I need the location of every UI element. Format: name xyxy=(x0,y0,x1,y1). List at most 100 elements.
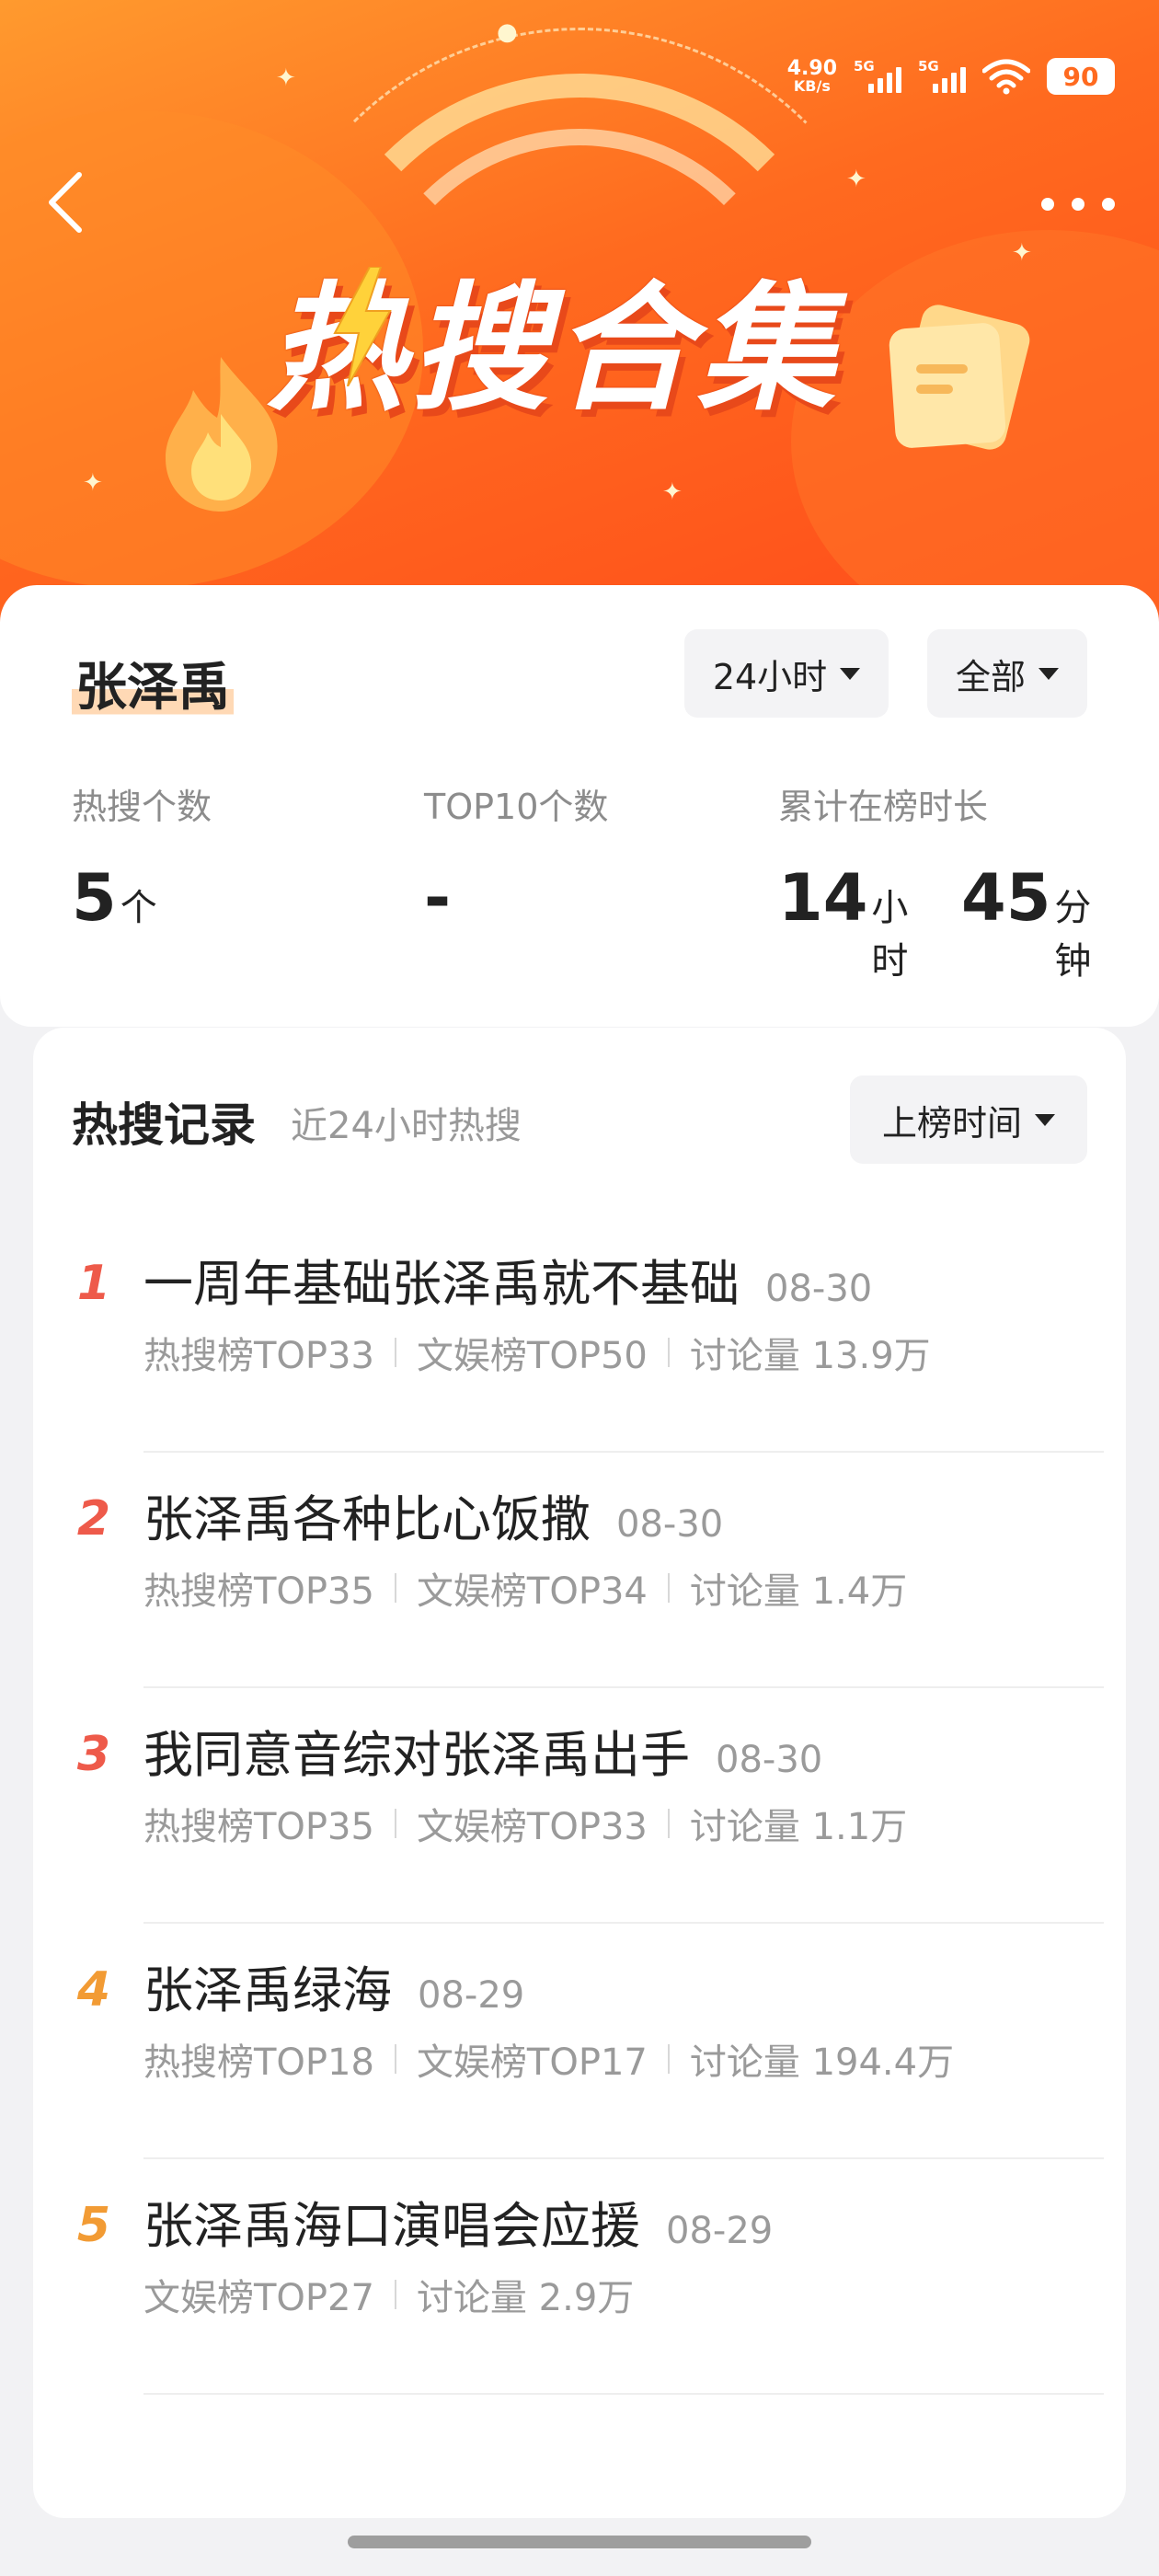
meta-separator xyxy=(667,1573,670,1603)
meta-separator xyxy=(394,1573,396,1603)
record-date: 08-29 xyxy=(666,2210,774,2252)
more-dot-icon xyxy=(1072,198,1084,211)
stat-value: 5 xyxy=(72,860,117,936)
discussion-count: 讨论量 13.9万 xyxy=(689,1335,931,1377)
discussion-count: 讨论量 194.4万 xyxy=(689,2041,955,2084)
record-title: 张泽禹各种比心饭撒 xyxy=(143,1490,591,1548)
meta-separator xyxy=(394,1809,396,1838)
chevron-left-icon xyxy=(49,172,82,233)
rank-number: 3 xyxy=(76,1727,111,1782)
stat-value: - xyxy=(424,860,452,936)
category-label: 全部 xyxy=(955,656,1026,697)
record-item[interactable]: 2 张泽禹各种比心饭撒 08-30 热搜榜TOP35 文娱榜TOP34 讨论量 … xyxy=(33,1453,1126,1688)
rank-number: 1 xyxy=(76,1256,111,1311)
record-meta: 热搜榜TOP18 文娱榜TOP17 讨论量 194.4万 xyxy=(143,2032,954,2086)
sort-dropdown[interactable]: 上榜时间 xyxy=(850,1075,1087,1164)
stat-label: 热搜个数 xyxy=(72,787,212,827)
home-indicator[interactable] xyxy=(348,2536,811,2548)
time-range-label: 24小时 xyxy=(712,656,828,697)
stat-label: TOP10个数 xyxy=(424,787,609,827)
more-options-button[interactable] xyxy=(1034,184,1122,224)
person-name: 张泽禹 xyxy=(72,646,234,720)
sparkle-icon: ✦ xyxy=(1012,239,1032,267)
battery-indicator: 90 xyxy=(1047,58,1115,95)
caret-down-icon xyxy=(1035,1113,1055,1126)
record-date: 08-30 xyxy=(765,1268,873,1310)
rank-number: 5 xyxy=(76,2198,111,2253)
category-dropdown[interactable]: 全部 xyxy=(927,629,1087,718)
back-button[interactable] xyxy=(37,166,92,239)
record-item[interactable]: 5 张泽禹海口演唱会应援 08-29 文娱榜TOP27 讨论量 2.9万 xyxy=(33,2159,1126,2395)
more-dot-icon xyxy=(1102,198,1115,211)
hot-list-rank: 热搜榜TOP33 xyxy=(143,1335,374,1377)
sparkle-icon: ● xyxy=(497,18,518,46)
entertainment-list-rank: 文娱榜TOP33 xyxy=(416,1806,648,1848)
records-subtitle: 近24小时热搜 xyxy=(291,1105,522,1147)
discussion-count: 讨论量 1.1万 xyxy=(689,1806,908,1848)
record-title: 张泽禹绿海 xyxy=(143,1961,392,2019)
stat-unit: 个 xyxy=(120,887,157,929)
sparkle-icon: ✦ xyxy=(83,469,103,497)
record-item[interactable]: 4 张泽禹绿海 08-29 热搜榜TOP18 文娱榜TOP17 讨论量 194.… xyxy=(33,1924,1126,2159)
more-dot-icon xyxy=(1041,198,1054,211)
divider xyxy=(143,2393,1104,2395)
hot-search-collection-page: ✦ ● ✦ ✦ ✦ ✦ 4.90 KB/s 5G 5G 90 热搜合集 张泽禹 … xyxy=(0,0,1159,2576)
stat-minutes-value: 45 xyxy=(961,860,1051,936)
lightning-bolt-icon xyxy=(329,266,394,387)
record-meta: 热搜榜TOP35 文娱榜TOP34 讨论量 1.4万 xyxy=(143,1561,907,1615)
meta-separator xyxy=(667,1809,670,1838)
stat-hours-value: 14 xyxy=(778,860,868,936)
meta-separator xyxy=(394,2044,396,2074)
summary-content: 张泽禹 24小时 全部 热搜个数 5 个 TOP10个数 - 累计在榜时长 14… xyxy=(33,585,1126,995)
record-date: 08-29 xyxy=(418,1974,525,2017)
network-speed: 4.90 KB/s xyxy=(787,59,837,94)
sort-label: 上榜时间 xyxy=(881,1102,1022,1144)
stat-hot-search-count: 热搜个数 5 个 xyxy=(72,778,212,936)
sparkle-icon: ✦ xyxy=(846,166,866,193)
network-speed-unit: KB/s xyxy=(793,77,831,95)
entertainment-list-rank: 文娱榜TOP27 xyxy=(143,2277,374,2319)
rank-number: 2 xyxy=(76,1491,111,1547)
stat-total-duration: 累计在榜时长 14 小时 45 分钟 xyxy=(778,778,1126,984)
meta-separator xyxy=(394,2280,396,2309)
record-date: 08-30 xyxy=(716,1739,823,1781)
discussion-count: 讨论量 1.4万 xyxy=(689,1570,908,1613)
rank-number: 4 xyxy=(76,1962,111,2018)
entertainment-list-rank: 文娱榜TOP50 xyxy=(416,1335,648,1377)
records-title: 热搜记录 xyxy=(72,1098,256,1152)
record-item[interactable]: 1 一周年基础张泽禹就不基础 08-30 热搜榜TOP33 文娱榜TOP50 讨… xyxy=(33,1217,1126,1453)
record-item[interactable]: 3 我同意音综对张泽禹出手 08-30 热搜榜TOP35 文娱榜TOP33 讨论… xyxy=(33,1688,1126,1924)
wifi-icon xyxy=(981,58,1031,95)
hot-list-rank: 热搜榜TOP18 xyxy=(143,2041,374,2084)
signal-icon: 5G xyxy=(854,58,901,93)
caret-down-icon xyxy=(1039,667,1059,680)
stat-minutes-unit: 分钟 xyxy=(1054,887,1092,983)
entertainment-list-rank: 文娱榜TOP17 xyxy=(416,2041,648,2084)
stat-top10-count: TOP10个数 - xyxy=(424,778,608,936)
record-meta: 热搜榜TOP33 文娱榜TOP50 讨论量 13.9万 xyxy=(143,1326,931,1379)
signal-icon: 5G xyxy=(918,58,966,93)
meta-separator xyxy=(667,1338,670,1367)
caret-down-icon xyxy=(840,667,861,680)
stat-hours-unit: 小时 xyxy=(871,887,909,983)
status-bar: 4.90 KB/s 5G 5G 90 xyxy=(787,53,1115,99)
meta-separator xyxy=(394,1338,396,1367)
entertainment-list-rank: 文娱榜TOP34 xyxy=(416,1570,648,1613)
time-range-dropdown[interactable]: 24小时 xyxy=(684,629,889,718)
record-meta: 文娱榜TOP27 讨论量 2.9万 xyxy=(143,2268,634,2321)
header-banner: ✦ ● ✦ ✦ ✦ ✦ 4.90 KB/s 5G 5G 90 热搜合集 xyxy=(0,0,1159,644)
folder-icon xyxy=(883,285,1039,460)
record-title: 一周年基础张泽禹就不基础 xyxy=(143,1255,740,1313)
hot-list-rank: 热搜榜TOP35 xyxy=(143,1570,374,1613)
summary-card: 张泽禹 24小时 全部 热搜个数 5 个 TOP10个数 - 累计在榜时长 14… xyxy=(0,585,1159,1027)
record-title: 我同意音综对张泽禹出手 xyxy=(143,1726,690,1784)
sparkle-icon: ✦ xyxy=(276,64,296,92)
record-title: 张泽禹海口演唱会应援 xyxy=(143,2197,640,2255)
meta-separator xyxy=(667,2044,670,2074)
network-speed-value: 4.90 xyxy=(786,57,837,80)
stat-label: 累计在榜时长 xyxy=(778,787,989,827)
hot-list-rank: 热搜榜TOP35 xyxy=(143,1806,374,1848)
discussion-count: 讨论量 2.9万 xyxy=(416,2277,635,2319)
records-card: 热搜记录 近24小时热搜 上榜时间 1 一周年基础张泽禹就不基础 08-30 热… xyxy=(33,1028,1126,2518)
record-date: 08-30 xyxy=(616,1503,724,1546)
